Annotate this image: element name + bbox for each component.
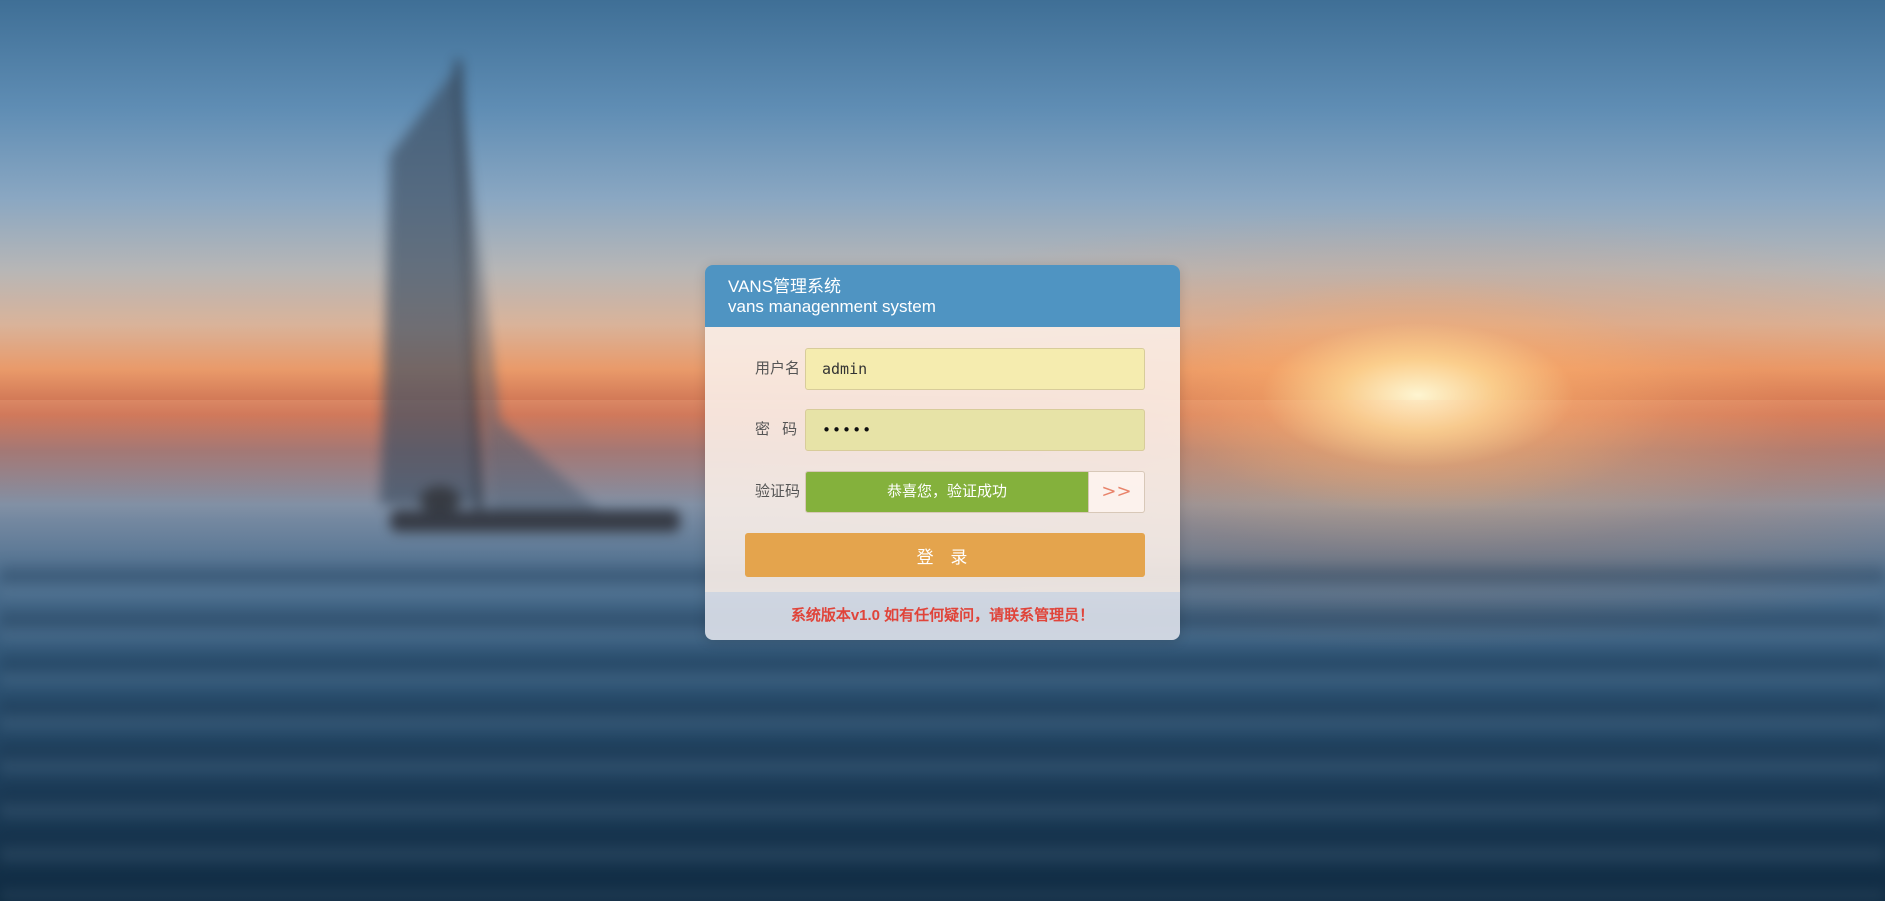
captcha-success-bar: 恭喜您，验证成功	[806, 472, 1088, 512]
app-subtitle: vans managenment system	[728, 297, 936, 316]
password-row: 密 码	[705, 409, 1180, 451]
login-button[interactable]: 登 录	[745, 533, 1145, 577]
password-label: 密 码	[755, 421, 798, 438]
app-title: VANS管理系统	[728, 277, 842, 296]
username-label: 用户名	[755, 360, 801, 377]
captcha-row: 验证码 恭喜您，验证成功 >>	[705, 471, 1180, 513]
sailboat-image	[380, 59, 680, 532]
captcha-slider-handle[interactable]: >>	[1088, 472, 1144, 512]
username-row: 用户名	[705, 348, 1180, 390]
slider-captcha[interactable]: 恭喜您，验证成功 >>	[805, 471, 1145, 513]
login-header: VANS管理系统 vans managenment system	[705, 265, 1180, 327]
login-form: 用户名 密 码 验证码 恭喜您，验证成功 >> 登 录	[705, 327, 1180, 592]
login-panel: VANS管理系统 vans managenment system 用户名 密 码…	[705, 265, 1180, 640]
version-notice: 系统版本v1.0 如有任何疑问，请联系管理员！	[705, 592, 1180, 640]
username-input[interactable]	[805, 348, 1145, 390]
captcha-label: 验证码	[755, 483, 801, 500]
password-input[interactable]	[805, 409, 1145, 451]
